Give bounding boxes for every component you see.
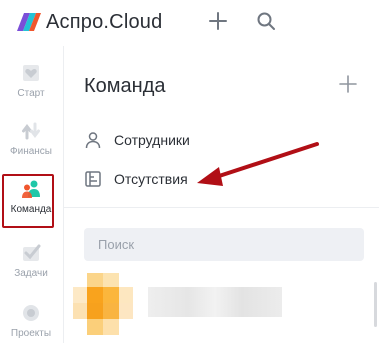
nav-item-team[interactable]: Команда bbox=[0, 178, 62, 234]
nav-item-finance[interactable]: Финансы bbox=[0, 120, 62, 176]
team-icon bbox=[22, 180, 40, 198]
scrollbar[interactable] bbox=[374, 282, 377, 327]
check-icon bbox=[23, 244, 41, 261]
nav-label: Задачи bbox=[14, 268, 48, 279]
menu-item-label: Отсутствия bbox=[114, 171, 188, 187]
menu-item-absences[interactable]: Отсутствия bbox=[84, 167, 188, 191]
plus-icon[interactable] bbox=[206, 9, 230, 33]
person-icon bbox=[85, 132, 101, 149]
avatar[interactable] bbox=[73, 273, 133, 335]
nav-item-projects[interactable]: Проекты bbox=[0, 302, 62, 343]
annotation-arrow-icon bbox=[197, 142, 319, 186]
nav-label: Старт bbox=[17, 88, 45, 99]
nav-item-start[interactable]: Старт bbox=[0, 62, 62, 118]
heart-icon bbox=[23, 65, 39, 81]
nav-item-tasks[interactable]: Задачи bbox=[0, 242, 62, 298]
nav-label: Финансы bbox=[10, 146, 52, 157]
menu-item-label: Сотрудники bbox=[114, 132, 190, 148]
absence-calendar-icon bbox=[85, 171, 101, 187]
sidebar-divider bbox=[63, 46, 64, 343]
page-title: Команда bbox=[84, 75, 166, 97]
employee-name-blurred[interactable] bbox=[148, 287, 282, 317]
search-placeholder: Поиск bbox=[98, 237, 135, 252]
panel-divider bbox=[64, 207, 379, 208]
aspro-logo-icon[interactable] bbox=[14, 11, 42, 33]
plus-icon[interactable] bbox=[337, 73, 359, 95]
brand-name: Аспро.Cloud bbox=[46, 11, 163, 33]
top-bar: Аспро.Cloud bbox=[0, 0, 379, 46]
menu-item-employees[interactable]: Сотрудники bbox=[84, 128, 190, 152]
finance-arrows-icon bbox=[22, 122, 40, 140]
nav-label: Проекты bbox=[10, 328, 52, 339]
search-icon[interactable] bbox=[254, 9, 278, 33]
search-input[interactable]: Поиск bbox=[84, 228, 364, 261]
nav-label: Команда bbox=[10, 204, 52, 215]
projects-icon bbox=[23, 305, 39, 321]
